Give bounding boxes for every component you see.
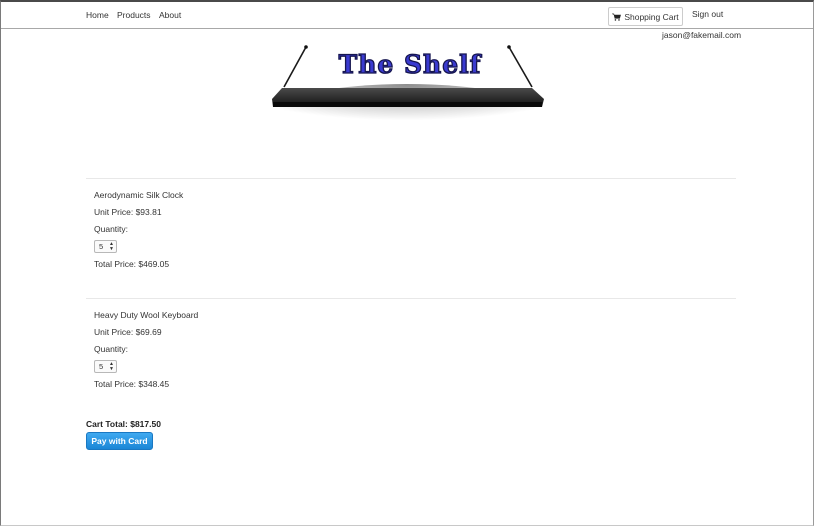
logo-text: The Shelf: [339, 50, 483, 79]
nav-home-link[interactable]: Home: [86, 10, 109, 20]
nav-products-link[interactable]: Products: [117, 10, 151, 20]
item-quantity-label: Quantity:: [94, 344, 129, 354]
select-arrows-icon: ▲ ▼: [109, 241, 114, 252]
quantity-value: 5: [99, 362, 104, 371]
item-name: Heavy Duty Wool Keyboard: [94, 310, 199, 320]
select-arrows-icon: ▲ ▼: [109, 361, 114, 372]
nav-about-link[interactable]: About: [159, 10, 181, 20]
pay-with-card-button[interactable]: Pay with Card: [86, 432, 153, 450]
item-quantity-label: Quantity:: [94, 224, 129, 234]
quantity-value: 5: [99, 242, 104, 251]
item-unit-price: Unit Price: $93.81: [94, 207, 162, 217]
shopping-cart-button[interactable]: Shopping Cart: [608, 7, 683, 26]
quantity-select[interactable]: 5 ▲ ▼: [94, 360, 117, 373]
item-name: Aerodynamic Silk Clock: [94, 190, 184, 200]
shopping-cart-icon: [612, 13, 622, 21]
item-total-price: Total Price: $348.45: [94, 379, 170, 389]
shopping-cart-label: Shopping Cart: [624, 11, 679, 22]
sign-out-link[interactable]: Sign out: [692, 9, 723, 19]
quantity-select[interactable]: 5 ▲ ▼: [94, 240, 117, 253]
cart-total: Cart Total: $817.50: [86, 419, 161, 429]
item-total-price: Total Price: $469.05: [94, 259, 170, 269]
divider: [86, 178, 736, 179]
user-email: jason@fakemail.com: [662, 30, 742, 40]
navbar: Home Products About Shopping Cart Sign o…: [1, 2, 813, 29]
item-unit-price: Unit Price: $69.69: [94, 327, 162, 337]
divider: [86, 298, 736, 299]
the-shelf-logo: The Shelf: [272, 45, 544, 136]
